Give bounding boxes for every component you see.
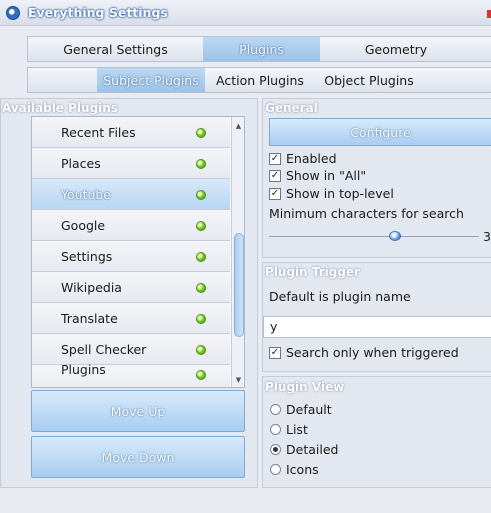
min-chars-slider-handle[interactable]	[389, 231, 401, 241]
view-default-radio-row[interactable]: Default	[270, 402, 332, 417]
tab-geometry[interactable]: Geometry	[320, 37, 472, 61]
min-chars-slider[interactable]	[269, 236, 479, 237]
tab-object-plugins[interactable]: Object Plugins	[315, 68, 423, 92]
scroll-down-arrow-icon[interactable]: ▼	[232, 373, 244, 387]
list-item-label: Google	[61, 217, 106, 233]
view-detailed-radio[interactable]	[270, 444, 281, 455]
enabled-checkbox[interactable]: ✓	[269, 152, 281, 165]
tab-subject-plugins[interactable]: Subject Plugins	[97, 68, 205, 92]
main-tab-bar: General Settings Plugins Geometry	[27, 36, 491, 62]
show-all-checkbox-row[interactable]: ✓ Show in "All"	[269, 168, 366, 183]
move-down-button[interactable]: Move Down	[31, 436, 245, 478]
list-scrollbar[interactable]: ▲ ▼	[231, 117, 244, 387]
view-default-radio[interactable]	[270, 404, 281, 415]
general-title: General	[265, 101, 318, 115]
plugin-list[interactable]: Recent Files Places Youtube Google Setti…	[31, 116, 245, 388]
search-only-label: Search only when triggered	[286, 345, 459, 360]
view-list-label: List	[286, 422, 308, 437]
status-led-icon	[196, 345, 206, 355]
tab-action-plugins[interactable]: Action Plugins	[205, 68, 315, 92]
app-icon[interactable]	[6, 6, 20, 20]
list-item[interactable]: Plugins	[32, 362, 230, 387]
view-icons-label: Icons	[286, 462, 319, 477]
list-item[interactable]: Settings	[32, 241, 230, 272]
view-icons-radio[interactable]	[270, 464, 281, 475]
list-item-label: Wikipedia	[61, 279, 122, 295]
list-item-label: Settings	[61, 248, 113, 264]
status-led-icon	[196, 252, 206, 262]
window-title: Everything Settings	[28, 5, 168, 20]
list-item[interactable]: Spell Checker	[32, 334, 230, 365]
title-bar: Everything Settings	[0, 0, 491, 26]
scroll-up-arrow-icon[interactable]: ▲	[232, 119, 244, 133]
show-top-checkbox-row[interactable]: ✓ Show in top-level	[269, 186, 394, 201]
status-led-icon	[196, 314, 206, 324]
list-item-label: Translate	[61, 310, 118, 326]
scrollbar-thumb[interactable]	[234, 233, 244, 337]
status-led-icon	[196, 128, 206, 138]
list-item-label: Plugins	[61, 362, 106, 377]
trigger-input[interactable]: y	[263, 316, 491, 338]
status-led-icon	[196, 159, 206, 169]
view-default-label: Default	[286, 402, 332, 417]
view-detailed-label: Detailed	[286, 442, 339, 457]
available-plugins-title: Available Plugins	[2, 101, 118, 115]
list-item-label: Places	[61, 155, 101, 171]
list-item[interactable]: Recent Files	[32, 117, 230, 148]
configure-button[interactable]: Configure	[269, 118, 491, 146]
view-list-radio[interactable]	[270, 424, 281, 435]
plugin-type-tab-bar: Subject Plugins Action Plugins Object Pl…	[27, 67, 491, 93]
list-item[interactable]: Wikipedia	[32, 272, 230, 303]
close-icon[interactable]	[487, 10, 491, 18]
list-item[interactable]: Google	[32, 210, 230, 241]
plugin-trigger-title: Plugin Trigger	[265, 265, 361, 279]
list-item[interactable]: Translate	[32, 303, 230, 334]
search-only-checkbox[interactable]: ✓	[269, 346, 281, 359]
status-led-icon	[196, 370, 206, 380]
min-chars-value: 3	[483, 229, 491, 244]
min-chars-label: Minimum characters for search	[269, 206, 464, 221]
tab-plugins[interactable]: Plugins	[203, 37, 320, 61]
enabled-label: Enabled	[286, 151, 337, 166]
show-all-label: Show in "All"	[286, 168, 367, 183]
view-icons-radio-row[interactable]: Icons	[270, 462, 319, 477]
tab-general-settings[interactable]: General Settings	[28, 37, 203, 61]
status-led-icon	[196, 283, 206, 293]
list-item[interactable]: Youtube	[32, 179, 230, 210]
enabled-checkbox-row[interactable]: ✓ Enabled	[269, 151, 337, 166]
status-led-icon	[196, 190, 206, 200]
list-item[interactable]: Places	[32, 148, 230, 179]
status-led-icon	[196, 221, 206, 231]
list-item-label: Spell Checker	[61, 341, 147, 357]
plugin-view-title: Plugin View	[265, 380, 345, 394]
move-up-button[interactable]: Move Up	[31, 390, 245, 432]
list-item-label: Recent Files	[61, 124, 136, 140]
search-only-checkbox-row[interactable]: ✓ Search only when triggered	[269, 345, 459, 360]
show-top-checkbox[interactable]: ✓	[269, 187, 281, 200]
list-item-label: Youtube	[61, 186, 111, 202]
show-all-checkbox[interactable]: ✓	[269, 169, 281, 182]
view-list-radio-row[interactable]: List	[270, 422, 308, 437]
view-detailed-radio-row[interactable]: Detailed	[270, 442, 338, 457]
trigger-default-text: Default is plugin name	[269, 289, 411, 304]
show-top-label: Show in top-level	[286, 186, 394, 201]
